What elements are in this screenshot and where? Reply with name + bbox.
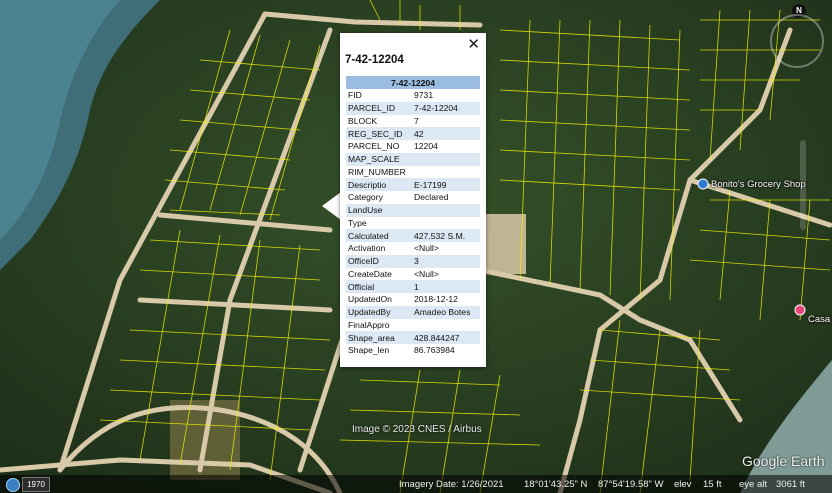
- attribute-value: 7: [414, 115, 419, 126]
- attribute-row: FID 9731: [346, 89, 480, 102]
- attribute-key: REG_SEC_ID: [346, 127, 412, 140]
- imagery-date: Imagery Date: 1/26/2021: [399, 479, 504, 490]
- attribute-value: 86.763984: [414, 345, 455, 356]
- attribute-row: Shape_area 428.844247: [346, 331, 480, 344]
- attribute-key: UpdatedBy: [346, 305, 412, 319]
- attribute-value: Amadeo Botes: [412, 305, 480, 319]
- attribute-key: PARCEL_ID: [346, 101, 412, 115]
- attribute-key: FinalAppro: [348, 319, 390, 330]
- attribute-row: MAP_SCALE: [346, 152, 480, 166]
- attribute-row: Type: [346, 217, 480, 230]
- attribute-value: 7-42-12204: [412, 101, 480, 115]
- attribute-row: Category Declared: [346, 191, 480, 204]
- navigation-ring[interactable]: [770, 14, 824, 68]
- attribute-key: CreateDate: [348, 268, 392, 279]
- attribute-value: 42: [412, 127, 480, 140]
- eye-altitude-label: eye alt: [739, 479, 767, 490]
- popup-title: 7-42-12204: [345, 54, 404, 66]
- place-pin-icon[interactable]: [794, 304, 806, 316]
- attribute-key: Type: [348, 217, 367, 228]
- attribute-table: 7-42-12204 FID 9731 PARCEL_ID 7-42-12204 BLO…: [346, 76, 480, 357]
- attribute-key: Shape_area: [346, 331, 412, 344]
- attribute-row: LandUse: [346, 203, 480, 217]
- eye-altitude-value: 3061 ft: [776, 479, 806, 490]
- attribute-key: Activation: [348, 243, 386, 254]
- attribute-value: E-17199: [412, 178, 480, 191]
- attribute-key: OfficeID: [346, 254, 412, 268]
- attribute-row: PARCEL_ID 7-42-12204: [346, 101, 480, 115]
- attribute-key: MAP_SCALE: [346, 152, 412, 166]
- attribute-key: Calculated: [346, 229, 412, 242]
- attribute-key: Shape_len: [348, 345, 390, 356]
- attribute-value: 12204: [414, 141, 438, 152]
- attribute-row: FinalAppro: [346, 319, 480, 332]
- attribute-value: [412, 166, 480, 179]
- attribute-key: Official: [346, 280, 412, 293]
- attribute-key: UpdatedOn: [348, 294, 392, 305]
- attribute-value: 9731: [414, 90, 434, 101]
- attribute-key: Descriptio: [346, 178, 412, 191]
- imagery-credit: Image © 2023 CNES / Airbus: [352, 424, 482, 435]
- attribute-row: UpdatedOn 2018-12-12: [346, 293, 480, 306]
- attribute-key: PARCEL_NO: [348, 141, 400, 152]
- attribute-key: BLOCK: [348, 115, 378, 126]
- google-earth-logo: Google Earth: [742, 453, 825, 469]
- attribute-row: BLOCK 7: [346, 115, 480, 128]
- elevation-value: 15 ft: [703, 479, 722, 490]
- attribute-key: LandUse: [346, 203, 412, 217]
- attribute-key: RIM_NUMBER: [348, 166, 406, 177]
- attribute-table-header: 7-42-12204: [346, 76, 480, 89]
- attribute-row: OfficeID 3: [346, 254, 480, 268]
- attribute-key: Category: [348, 192, 383, 203]
- longitude-readout: 87°54'19.58" W: [598, 479, 664, 490]
- elevation-label: elev: [674, 479, 692, 490]
- close-icon[interactable]: ✕: [467, 35, 480, 53]
- attribute-value: 2018-12-12: [414, 294, 458, 305]
- attribute-value: Declared: [414, 192, 449, 203]
- attribute-value: <Null>: [414, 268, 439, 279]
- attribute-row: CreateDate <Null>: [346, 268, 480, 281]
- attribute-value: 1: [412, 280, 480, 293]
- attribute-row: Descriptio E-17199: [346, 178, 480, 191]
- attribute-row: RIM_NUMBER: [346, 166, 480, 179]
- attribute-row: Official 1: [346, 280, 480, 293]
- attribute-row: PARCEL_NO 12204: [346, 140, 480, 153]
- historical-year-button[interactable]: 1970: [22, 477, 50, 492]
- attribute-row: Calculated 427.532 S.M.: [346, 229, 480, 242]
- parcel-info-popup: ✕ 7-42-12204 7-42-12204 FID 9731 PARCEL_ID…: [340, 33, 486, 367]
- attribute-value: 3: [412, 254, 480, 268]
- latitude-readout: 18°01'43.25" N: [524, 479, 588, 490]
- place-label-casa[interactable]: Casa: [808, 314, 830, 325]
- attribute-value: [412, 152, 480, 166]
- attribute-key: FID: [348, 90, 362, 101]
- attribute-value: 428.844247: [412, 331, 480, 344]
- attribute-value: 427.532 S.M.: [412, 229, 480, 242]
- shop-pin-icon[interactable]: [697, 178, 709, 190]
- attribute-row: Activation <Null>: [346, 242, 480, 255]
- attribute-value: [412, 203, 480, 217]
- popup-pointer: [322, 192, 341, 220]
- place-label-grocery[interactable]: Bonito's Grocery Shop: [711, 179, 806, 190]
- attribute-value: [412, 319, 480, 332]
- globe-icon[interactable]: [6, 478, 20, 492]
- attribute-value: <Null>: [414, 243, 439, 254]
- attribute-row: REG_SEC_ID 42: [346, 127, 480, 140]
- attribute-row: Shape_len 86.763984: [346, 344, 480, 357]
- attribute-row: UpdatedBy Amadeo Botes: [346, 305, 480, 319]
- attribute-value: [412, 217, 480, 230]
